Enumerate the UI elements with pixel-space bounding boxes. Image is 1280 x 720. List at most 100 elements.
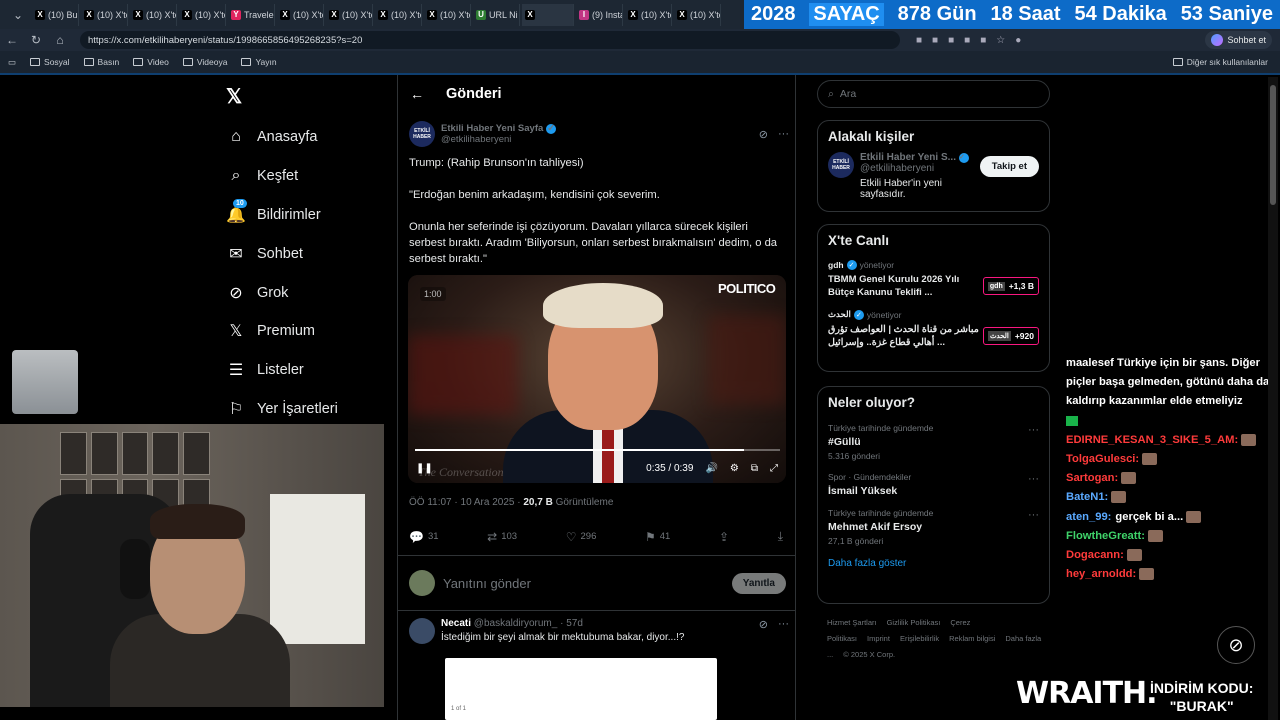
settings-icon[interactable]: ⚙ xyxy=(730,463,739,474)
url-input[interactable]: https://x.com/etkilihaberyeni/status/199… xyxy=(80,31,900,49)
fullscreen-icon[interactable]: ⤢ xyxy=(770,463,778,474)
favorites-icon[interactable]: ☆ xyxy=(996,35,1005,46)
author-name[interactable]: Etkili Haber Yeni Sayfa xyxy=(441,123,543,134)
related-avatar[interactable]: ETKİLİ HABER xyxy=(828,152,854,178)
grok-explain-icon[interactable]: ⊘ xyxy=(759,618,768,631)
browser-tab[interactable]: X (10) X'te xyxy=(326,3,373,26)
search-input[interactable]: ⌕ Ara xyxy=(817,80,1050,108)
bookmark-folder[interactable]: Video xyxy=(133,57,169,67)
extension-icon[interactable]: ■ xyxy=(916,35,922,46)
more-options-icon[interactable]: ··· xyxy=(1028,509,1039,521)
live-title[interactable]: مباشر من قناة الحدث | العواصف تؤرق أهالي… xyxy=(828,323,983,349)
browser-tab[interactable]: X (10) X'te xyxy=(81,3,128,26)
nav-item-grok[interactable]: ⊘ Grok xyxy=(224,273,394,312)
trend-item[interactable]: Türkiye tarihinde gündemde #Güllü 5.316 gö… xyxy=(818,418,1049,467)
reply-button[interactable]: 💬 31 xyxy=(409,529,439,544)
reply-input[interactable]: Yanıtını gönder xyxy=(443,576,531,591)
profile-icon[interactable]: ● xyxy=(1015,35,1021,46)
footer-link[interactable]: Reklam bilgisi xyxy=(949,634,995,643)
follow-button[interactable]: Takip et xyxy=(979,156,1039,177)
related-name[interactable]: Etkili Haber Yeni S... xyxy=(860,152,956,163)
browser-tab[interactable]: X (10) X'te xyxy=(375,3,422,26)
reload-icon[interactable]: ↻ xyxy=(24,33,48,47)
bookmark-folder[interactable]: Videoya xyxy=(182,57,227,67)
pause-icon[interactable]: ❚❚ xyxy=(416,463,433,474)
chat-username[interactable]: hey_arnoldd: xyxy=(1066,568,1136,580)
footer-link[interactable]: Gizlilik Politikası xyxy=(887,618,941,627)
browser-tab[interactable]: X (10) X'te xyxy=(179,3,226,26)
browser-tab[interactable]: X (10) X'te xyxy=(130,3,177,26)
trend-item[interactable]: Spor · Gündemdekiler İsmail Yüksek ··· xyxy=(818,467,1049,503)
reply-image[interactable]: 1 of 1 xyxy=(445,658,717,720)
reply-avatar[interactable] xyxy=(409,618,435,644)
extension-icon[interactable]: ■ xyxy=(964,35,970,46)
browser-tab[interactable]: Y Travele xyxy=(228,3,275,26)
reply-item[interactable]: Necati @baskaldiryorum_ · 57d İstediğim … xyxy=(409,618,789,644)
back-arrow-icon[interactable]: ← xyxy=(410,86,424,102)
post-timestamp[interactable]: ÖÖ 11:07 · 10 Ara 2025 · xyxy=(409,497,523,508)
chat-username[interactable]: BateN1: xyxy=(1066,491,1108,503)
browser-tab[interactable]: I (9) Insta xyxy=(576,3,623,26)
author-avatar[interactable]: ETKİLİ HABER xyxy=(409,121,435,147)
reading-list-icon[interactable]: ▭ xyxy=(8,57,16,68)
browser-tab[interactable]: X (10) X'te xyxy=(674,3,721,26)
tab-menu-icon[interactable]: ⌄ xyxy=(6,8,30,22)
bookmark-button[interactable]: ⚑ 41 xyxy=(645,529,670,544)
bookmark-folder[interactable]: Basın xyxy=(83,57,119,67)
footer-link[interactable]: Erişilebilirlik xyxy=(900,634,939,643)
scrollbar-thumb[interactable] xyxy=(1270,85,1276,205)
more-options-icon[interactable]: ··· xyxy=(1028,424,1039,436)
chat-username[interactable]: aten_99: xyxy=(1066,511,1111,523)
live-listener-pill[interactable]: gdh +1,3 B xyxy=(982,277,1039,295)
x-logo-icon[interactable]: 𝕏 xyxy=(226,84,242,109)
show-more-link[interactable]: Daha fazla göster xyxy=(818,552,1049,577)
nav-item-bildirimler[interactable]: 🔔 10 Bildirimler xyxy=(224,196,394,235)
bookmark-folder[interactable]: Sosyal xyxy=(30,57,70,67)
extension-icon[interactable]: ■ xyxy=(980,35,986,46)
other-bookmarks[interactable]: Diğer sık kullanılanlar xyxy=(1172,57,1268,67)
repost-button[interactable]: ⇄ 103 xyxy=(487,529,517,544)
extension-icon[interactable]: ■ xyxy=(948,35,954,46)
share-button[interactable]: ⇪ xyxy=(719,529,729,544)
live-title[interactable]: TBMM Genel Kurulu 2026 Yılı Bütçe Kanunu… xyxy=(828,273,983,299)
chat-username[interactable]: Dogacann: xyxy=(1066,549,1124,561)
pip-icon[interactable]: ⧉ xyxy=(751,463,758,474)
home-icon[interactable]: ⌂ xyxy=(48,33,72,47)
chat-username[interactable]: TolgaGulesci: xyxy=(1066,453,1139,465)
volume-icon[interactable]: 🔊 xyxy=(705,463,717,474)
nav-item-sohbet[interactable]: ✉ Sohbet xyxy=(224,234,394,273)
chat-username[interactable]: Sartogan: xyxy=(1066,472,1118,484)
back-icon[interactable]: ← xyxy=(0,33,24,47)
more-options-icon[interactable]: ··· xyxy=(778,618,789,631)
nav-item-premium[interactable]: 𝕏 Premium xyxy=(224,312,394,351)
footer-link[interactable]: Imprint xyxy=(867,634,890,643)
browser-tab[interactable]: X (10) Bu xyxy=(32,3,79,26)
more-options-icon[interactable]: ··· xyxy=(778,128,789,141)
video-player[interactable]: 1:00 POLITICO The Conversation ❚❚ 0:35 /… xyxy=(408,275,786,483)
chat-username[interactable]: FlowtheGreatt: xyxy=(1066,530,1145,542)
reply-author-name[interactable]: Necati xyxy=(441,618,471,629)
more-options-icon[interactable]: ··· xyxy=(1028,473,1039,485)
download-button[interactable]: ⤓ xyxy=(778,529,783,544)
live-item[interactable]: gdh ✓ yönetiyor TBMM Genel Kurulu 2026 Yılı… xyxy=(818,256,1049,305)
user-avatar[interactable] xyxy=(409,570,435,596)
footer-link[interactable]: © 2025 X Corp. xyxy=(843,650,895,659)
author-handle[interactable]: @etkilihaberyeni xyxy=(441,134,556,145)
browser-tab[interactable]: X xyxy=(522,3,574,26)
extension-icon[interactable]: ■ xyxy=(932,35,938,46)
nav-item-yer-i̇şaretleri[interactable]: ⚐ Yer İşaretleri xyxy=(224,390,394,429)
live-item[interactable]: الحدث ✓ yönetiyor مباشر من قناة الحدث | الع… xyxy=(818,305,1049,355)
browser-tab[interactable]: X (10) X'te xyxy=(625,3,672,26)
nav-item-anasayfa[interactable]: ⌂ Anasayfa xyxy=(224,118,394,157)
like-button[interactable]: ♡ 296 xyxy=(566,529,597,544)
copilot-chat-button[interactable]: Sohbet et xyxy=(1205,31,1272,49)
browser-tab[interactable]: U URL Ni xyxy=(473,3,520,26)
chat-username[interactable]: EDIRNE_KESAN_3_SIKE_5_AM: xyxy=(1066,434,1238,446)
grok-floating-button[interactable]: ⊘ xyxy=(1217,626,1255,664)
reply-submit-button[interactable]: Yanıtla xyxy=(731,572,786,594)
footer-link[interactable]: Hizmet Şartları xyxy=(827,618,877,627)
browser-tab[interactable]: X (10) X'te xyxy=(277,3,324,26)
video-progress-bar[interactable] xyxy=(415,449,780,451)
grok-explain-icon[interactable]: ⊘ xyxy=(759,128,768,141)
nav-item-keşfet[interactable]: ⌕ Keşfet xyxy=(224,157,394,196)
